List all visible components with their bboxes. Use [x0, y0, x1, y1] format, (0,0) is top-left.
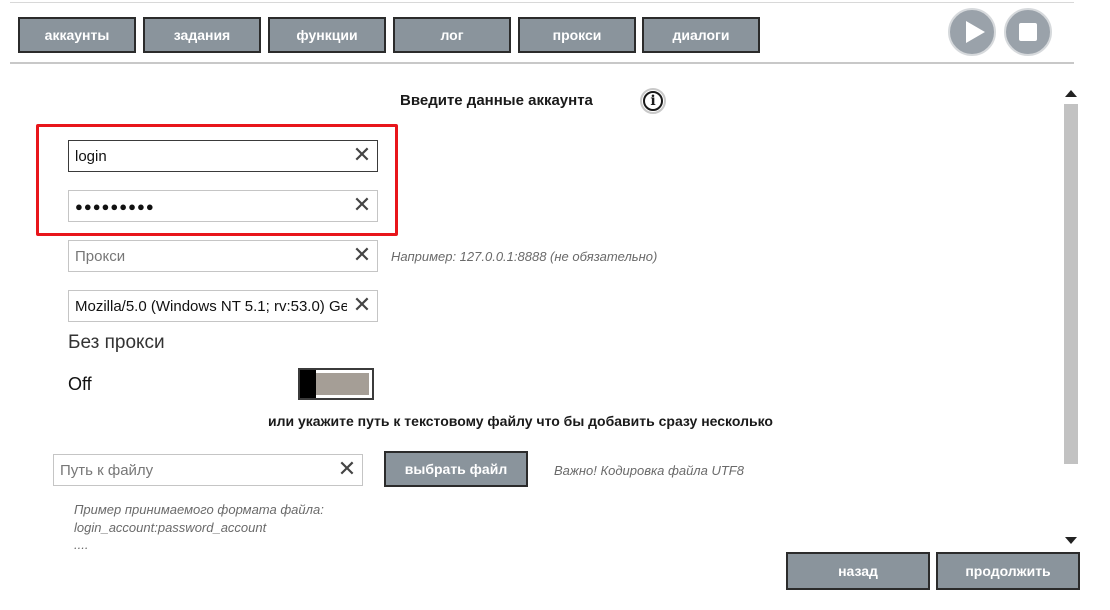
clear-icon[interactable]: ✕	[347, 295, 377, 317]
file-format-example-line: login_account:password_account	[74, 520, 267, 535]
highlight-box	[36, 124, 398, 236]
tab-tasks[interactable]: задания	[143, 17, 261, 53]
scroll-up-icon[interactable]	[1065, 90, 1077, 97]
play-icon	[966, 21, 985, 43]
tab-functions[interactable]: функции	[268, 17, 386, 53]
proxy-hint: Например: 127.0.0.1:8888 (не обязательно…	[391, 249, 658, 264]
no-proxy-label: Без прокси	[68, 332, 165, 353]
tab-log[interactable]: лог	[393, 17, 511, 53]
top-border	[10, 2, 1074, 3]
file-path-placeholder: Путь к файлу	[60, 461, 154, 479]
toggle-state-label: Off	[68, 374, 92, 394]
back-button[interactable]: назад	[786, 552, 930, 590]
page-title: Введите данные аккаунта	[400, 92, 593, 109]
file-path-field[interactable]: Путь к файлу ✕	[53, 454, 363, 486]
scrollbar[interactable]	[1064, 104, 1078, 464]
stop-button[interactable]	[1004, 8, 1052, 56]
choose-file-button[interactable]: выбрать файл	[384, 451, 528, 487]
file-format-example-ellipsis: ....	[74, 537, 89, 552]
clear-icon[interactable]: ✕	[347, 245, 377, 267]
continue-button[interactable]: продолжить	[936, 552, 1080, 590]
clear-icon[interactable]: ✕	[332, 459, 362, 481]
user-agent-field[interactable]: Mozilla/5.0 (Windows NT 5.1; rv:53.0) Ge…	[68, 290, 378, 322]
tab-dialogs[interactable]: диалоги	[642, 17, 760, 53]
file-prompt: или укажите путь к текстовому файлу что …	[268, 413, 773, 429]
tab-accounts[interactable]: аккаунты	[18, 17, 136, 53]
header-divider	[10, 62, 1074, 64]
stop-icon	[1019, 23, 1037, 41]
user-agent-value: Mozilla/5.0 (Windows NT 5.1; rv:53.0) Ge…	[75, 297, 347, 315]
play-button[interactable]	[948, 8, 996, 56]
scroll-down-icon[interactable]	[1065, 537, 1077, 544]
proxy-placeholder: Прокси	[75, 247, 126, 265]
toggle-track	[316, 373, 369, 395]
info-icon[interactable]: i	[640, 88, 666, 114]
tab-proxy[interactable]: прокси	[518, 17, 636, 53]
toggle-thumb	[300, 370, 316, 398]
encoding-hint: Важно! Кодировка файла UTF8	[554, 463, 744, 478]
no-proxy-toggle[interactable]	[298, 368, 374, 400]
file-format-example-title: Пример принимаемого формата файла:	[74, 502, 324, 517]
proxy-field[interactable]: Прокси ✕	[68, 240, 378, 272]
